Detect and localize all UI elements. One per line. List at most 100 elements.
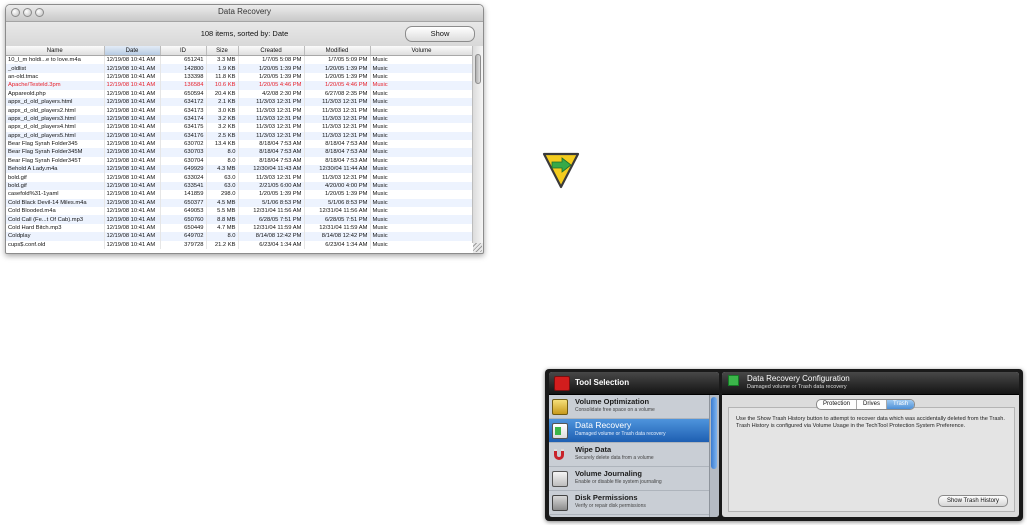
vertical-scrollbar[interactable] [472,46,483,243]
column-header-created[interactable]: Created [238,46,305,56]
table-cell-id: 634174 [160,114,207,124]
tool-volume-optimization[interactable]: Volume Optimization Consolidate free spa… [549,395,719,419]
table-row[interactable]: Cold Call (Fe...t Of Cab).mp3 12/19/08 10… [6,215,473,224]
tool-list-scrollbar[interactable] [709,395,719,517]
table-cell-created: 11/3/03 12:31 PM [238,123,305,132]
table-row[interactable]: appx_d_old_players2.html 12/19/08 10:41 A… [6,106,473,115]
table-cell-id: 633024 [160,173,207,182]
column-header-modified[interactable]: Modified [304,46,371,56]
table-row[interactable]: Bear Flag Syrah Folder345 12/19/08 10:41 … [6,139,473,149]
table-row[interactable]: Apache/Testeld.3pm 12/19/08 10:41 AM 13658… [6,81,473,90]
table-cell-modified: 11/3/03 12:31 PM [304,97,371,107]
table-row[interactable]: _oldlist 12/19/08 10:41 AM 142800 1.9 KB 1/2… [6,64,473,73]
table-cell-volume: Music [370,72,473,82]
table-cell-id: 141859 [160,190,207,199]
resize-grip[interactable] [473,243,482,252]
table-row[interactable]: 10_I_m holdi...e to love.m4a 12/19/08 10:… [6,55,473,65]
table-cell-size: 3.3 MB [206,55,239,65]
table-cell-name: bold.gif [6,181,105,191]
tab-drives[interactable]: Drives [857,400,888,409]
column-header-date[interactable]: Date [104,46,161,56]
configuration-pane: Data Recovery Configuration Damaged volu… [722,372,1019,517]
table-cell-size: 11.8 KB [206,72,239,82]
table-cell-modified: 11/3/03 12:31 PM [304,173,371,182]
tool-name: Disk Permissions [575,493,638,502]
table-row[interactable]: Bear Flag Syrah Folder345T 12/19/08 10:41… [6,156,473,166]
table-cell-volume: Music [370,89,473,98]
tab-trash[interactable]: Trash [887,400,915,409]
tab-protection[interactable]: Protection [817,400,858,409]
table-cell-volume: Music [370,106,473,115]
show-trash-history-button[interactable]: Show Trash History [937,495,1008,507]
table-cell-date: 12/19/08 10:41 AM [104,81,161,90]
tool-description: Securely delete data from a volume [575,455,654,461]
column-header-name[interactable]: Name [6,46,105,56]
table-cell-created: 8/18/04 7:53 AM [238,139,305,149]
table-row[interactable]: Behold A Lady.m4a 12/19/08 10:41 AM 649929… [6,165,473,174]
scrollbar-thumb[interactable] [475,54,481,84]
table-cell-name: Apache/Testeld.3pm [6,81,105,90]
table-cell-size: 21.2 KB [206,240,239,249]
file-table-body: 10_I_m holdi...e to love.m4a 12/19/08 10:… [6,55,473,249]
table-cell-id: 634173 [160,106,207,115]
table-row[interactable]: Appareold.php 12/19/08 10:41 AM 650594 20.4… [6,89,473,98]
tool-name: Wipe Data [575,445,612,454]
table-row[interactable]: Cold Blooded.m4a 12/19/08 10:41 AM 649053 5… [6,207,473,216]
table-cell-modified: 6/28/05 7:51 PM [304,215,371,224]
tool-data-recovery[interactable]: Data Recovery Damaged volume or Trash da… [549,419,719,443]
table-row[interactable]: appx_d_old_players5.html 12/19/08 10:41 A… [6,131,473,140]
table-cell-modified: 12/31/04 11:56 AM [304,207,371,216]
table-cell-date: 12/19/08 10:41 AM [104,72,161,82]
column-header-id[interactable]: ID [160,46,207,56]
column-header-volume[interactable]: Volume [370,46,473,56]
table-cell-modified: 11/3/03 12:31 PM [304,106,371,115]
table-row[interactable]: bold.gif 12/19/08 10:41 AM 633024 63.0 11/3/… [6,173,473,182]
tool-list-scroll-thumb[interactable] [711,397,717,469]
table-cell-name: Bear Flag Syrah Folder345T [6,156,105,166]
table-row[interactable]: Cold Hard Bitch.mp3 12/19/08 10:41 AM 6504… [6,223,473,233]
table-row[interactable]: bold.gif 12/19/08 10:41 AM 633541 63.0 2/21/… [6,181,473,191]
table-cell-id: 630704 [160,156,207,166]
table-row[interactable]: cups$.conf.old 12/19/08 10:41 AM 379728 21.… [6,240,473,249]
table-cell-date: 12/19/08 10:41 AM [104,89,161,98]
table-cell-date: 12/19/08 10:41 AM [104,156,161,166]
tool-volume-journaling[interactable]: Volume Journaling Enable or disable file… [549,467,719,491]
table-row[interactable]: Cold Black Devil-14 Miles.m4a 12/19/08 10… [6,198,473,208]
table-cell-volume: Music [370,165,473,174]
column-header-size[interactable]: Size [206,46,239,56]
table-row[interactable]: appx_d_old_players4.html 12/19/08 10:41 A… [6,123,473,132]
table-cell-name: appx_d_old_players.html [6,97,105,107]
table-cell-id: 634175 [160,123,207,132]
table-cell-volume: Music [370,207,473,216]
tool-disk-permissions[interactable]: Disk Permissions Verify or repair disk p… [549,491,719,515]
table-cell-modified: 8/18/04 7:53 AM [304,148,371,157]
show-button[interactable]: Show [405,26,475,42]
table-row[interactable]: an-old.tmac 12/19/08 10:41 AM 133398 11.8 K… [6,72,473,82]
table-cell-date: 12/19/08 10:41 AM [104,114,161,124]
table-cell-date: 12/19/08 10:41 AM [104,123,161,132]
tool-name: Volume Journaling [575,469,642,478]
table-cell-date: 12/19/08 10:41 AM [104,190,161,199]
table-row[interactable]: appx_d_old_players3.html 12/19/08 10:41 A… [6,114,473,124]
table-row[interactable]: casefold%31-1yaml 12/19/08 10:41 AM 141859… [6,190,473,199]
table-cell-volume: Music [370,114,473,124]
table-row[interactable]: Coldplay 12/19/08 10:41 AM 649702 8.0 8/14/0… [6,232,473,241]
table-cell-id: 650377 [160,198,207,208]
trash-description: Use the Show Trash History button to att… [736,416,1005,429]
table-cell-modified: 1/7/05 5:09 PM [304,55,371,65]
table-cell-volume: Music [370,198,473,208]
table-cell-created: 8/18/04 7:53 AM [238,156,305,166]
table-cell-size: 298.0 [206,190,239,199]
tool-wipe-data[interactable]: Wipe Data Securely delete data from a vo… [549,443,719,467]
data-recovery-icon [728,375,739,386]
table-cell-modified: 12/31/04 11:59 AM [304,223,371,233]
table-cell-date: 12/19/08 10:41 AM [104,232,161,241]
table-cell-name: Cold Call (Fe...t Of Cab).mp3 [6,215,105,224]
table-cell-volume: Music [370,232,473,241]
table-cell-created: 5/1/06 8:53 PM [238,198,305,208]
table-row[interactable]: appx_d_old_players.html 12/19/08 10:41 AM… [6,97,473,107]
table-cell-modified: 11/3/03 12:31 PM [304,114,371,124]
tool-name: Volume Optimization [575,397,650,406]
table-row[interactable]: Bear Flag Syrah Folder345M 12/19/08 10:41… [6,148,473,157]
table-cell-date: 12/19/08 10:41 AM [104,173,161,182]
